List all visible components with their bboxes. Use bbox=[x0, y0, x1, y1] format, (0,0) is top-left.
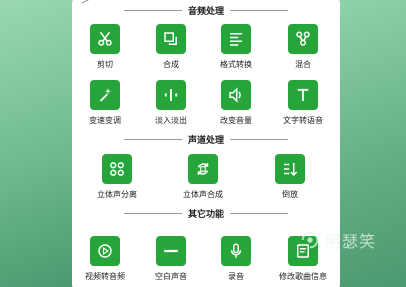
tool-tts-label: 文字转语音 bbox=[283, 116, 323, 125]
tool-speed-pitch-label: 变速变调 bbox=[89, 116, 121, 125]
tool-speed-pitch[interactable]: 变速变调 bbox=[75, 80, 135, 126]
merge-icon[interactable] bbox=[156, 24, 186, 54]
tool-cut-label: 剪切 bbox=[97, 60, 113, 69]
tool-mix-label: 混合 bbox=[295, 60, 311, 69]
tool-mix[interactable]: 混合 bbox=[273, 24, 333, 70]
section-other-label: 其它功能 bbox=[187, 209, 224, 220]
watermark-logo-icon bbox=[301, 231, 319, 249]
tool-merge-label: 合成 bbox=[163, 60, 179, 69]
tool-record[interactable]: 录音 bbox=[206, 236, 266, 282]
tool-video-to-audio[interactable]: 视频转音频 bbox=[75, 236, 135, 282]
tool-format-convert[interactable]: 格式转换 bbox=[206, 24, 266, 70]
tool-edit-tags-label: 修改歌曲信息 bbox=[279, 272, 327, 281]
tool-stereo-split[interactable]: 立体声分离 bbox=[87, 154, 147, 200]
sync-arrows-icon[interactable] bbox=[188, 154, 218, 184]
section-channel-label: 声道处理 bbox=[187, 135, 224, 146]
section-audio-label: 音频处理 bbox=[187, 6, 224, 17]
tool-silence-label: 空白声音 bbox=[155, 272, 187, 281]
tool-tts[interactable]: 文字转语音 bbox=[273, 80, 333, 126]
minus-bar-icon[interactable] bbox=[156, 236, 186, 266]
text-t-icon[interactable] bbox=[288, 80, 318, 110]
scissors-icon[interactable] bbox=[90, 24, 120, 54]
mix-nodes-icon[interactable] bbox=[288, 24, 318, 54]
section-audio-title: 音频处理 bbox=[72, 3, 340, 17]
tool-fade[interactable]: 淡入淡出 bbox=[141, 80, 201, 126]
background-left bbox=[0, 0, 72, 287]
tool-stereo-merge-label: 立体声合成 bbox=[183, 190, 223, 199]
waveform-icon[interactable] bbox=[156, 80, 186, 110]
tool-stereo-split-label: 立体声分离 bbox=[97, 190, 137, 199]
tool-reverse-label: 倒放 bbox=[282, 190, 298, 199]
tool-cut[interactable]: 剪切 bbox=[75, 24, 135, 70]
tool-video-to-audio-label: 视频转音频 bbox=[85, 272, 125, 281]
tool-stereo-merge[interactable]: 立体声合成 bbox=[173, 154, 233, 200]
watermark-text: 明瑟笑 bbox=[324, 232, 376, 251]
tool-merge[interactable]: 合成 bbox=[141, 24, 201, 70]
four-circles-icon[interactable] bbox=[102, 154, 132, 184]
tool-format-convert-label: 格式转换 bbox=[220, 60, 252, 69]
tool-fade-label: 淡入淡出 bbox=[155, 116, 187, 125]
section-other-title: 其它功能 bbox=[72, 206, 340, 220]
format-lines-icon[interactable] bbox=[221, 24, 251, 54]
speaker-icon[interactable] bbox=[221, 80, 251, 110]
tool-volume-label: 改变音量 bbox=[220, 116, 252, 125]
tool-silence[interactable]: 空白声音 bbox=[141, 236, 201, 282]
watermark: 明瑟笑 bbox=[299, 228, 376, 252]
play-circle-icon[interactable] bbox=[90, 236, 120, 266]
tool-record-label: 录音 bbox=[228, 272, 244, 281]
magic-wand-icon[interactable] bbox=[90, 80, 120, 110]
reverse-sort-icon[interactable] bbox=[275, 154, 305, 184]
tool-reverse[interactable]: 倒放 bbox=[260, 154, 320, 200]
section-channel-title: 声道处理 bbox=[72, 132, 340, 146]
tool-volume[interactable]: 改变音量 bbox=[206, 80, 266, 126]
microphone-icon[interactable] bbox=[221, 236, 251, 266]
